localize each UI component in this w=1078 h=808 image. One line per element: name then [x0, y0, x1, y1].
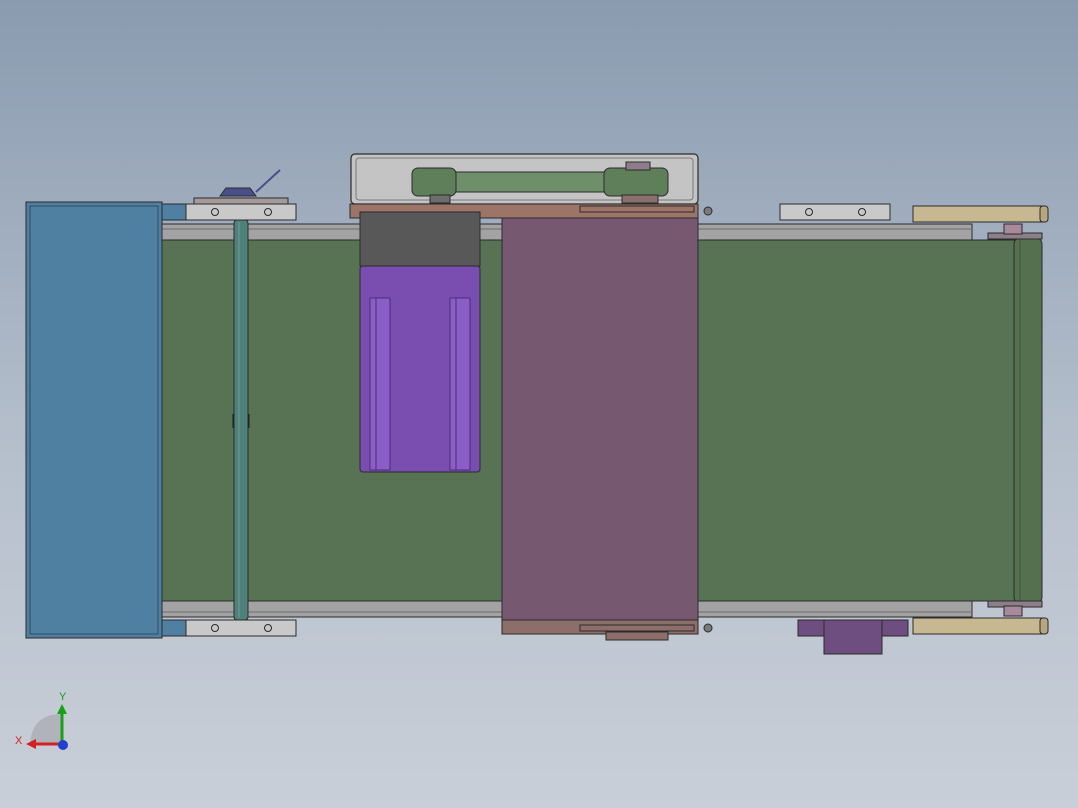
pulley-flange: [429, 194, 451, 204]
triad-plane-shade: [30, 714, 62, 744]
coordinate-triad: X Y: [15, 691, 68, 750]
side-panel-tab-bottom: [161, 619, 187, 637]
upper-axle-nut: [1003, 223, 1023, 235]
purple-cross-block[interactable]: [501, 217, 699, 621]
tan-bracket-top: [912, 205, 1044, 223]
y-axis-head: [57, 704, 67, 714]
tan-bracket-bottom: [912, 617, 1044, 635]
mount-plate-top-right: [779, 203, 891, 221]
lower-axle-nut: [1003, 605, 1023, 617]
cad-viewport[interactable]: X Y: [0, 0, 1078, 808]
mount-plate-bottom-left: [185, 619, 297, 637]
motor-fin-right: [449, 297, 471, 471]
drive-pulley[interactable]: [411, 167, 457, 197]
lever-base: [193, 197, 289, 205]
purple-block-bolt: [703, 623, 713, 633]
tan-bracket-bottom-end: [1039, 617, 1049, 635]
motor-cap: [359, 211, 481, 267]
mount-plate-top-left: [185, 203, 297, 221]
lever-arm[interactable]: [255, 169, 281, 193]
x-axis-label: X: [15, 735, 23, 747]
end-roller[interactable]: [1013, 237, 1043, 604]
tan-bracket-top-end: [1039, 205, 1049, 223]
purple-block-foot: [605, 631, 669, 641]
conveyor-model[interactable]: X Y: [0, 0, 1078, 808]
z-axis-dot: [58, 740, 68, 750]
motor-fin-left: [369, 297, 391, 471]
bottom-bracket-block[interactable]: [823, 619, 883, 655]
pulley-flange: [621, 194, 659, 204]
driven-pulley[interactable]: [603, 167, 669, 197]
side-panel-tab-top: [161, 203, 187, 221]
y-axis-label: Y: [59, 691, 67, 703]
purple-block-base: [501, 619, 699, 635]
side-panel[interactable]: [25, 201, 163, 639]
pulley-hub: [625, 161, 651, 171]
roller-pin[interactable]: [233, 219, 249, 621]
housing-bolt: [703, 206, 713, 216]
lever-knob[interactable]: [219, 187, 257, 197]
